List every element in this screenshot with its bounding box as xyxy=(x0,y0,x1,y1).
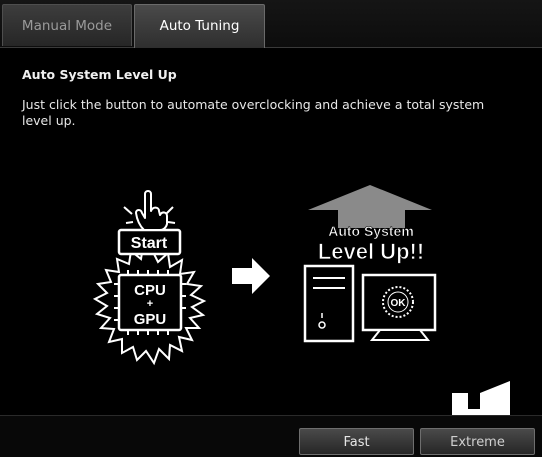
banner-line2: Level Up!! xyxy=(318,239,424,264)
tab-auto-tuning[interactable]: Auto Tuning xyxy=(134,4,265,48)
start-label: Start xyxy=(131,235,168,252)
ok-label: OK xyxy=(391,298,407,309)
computer-icon xyxy=(303,264,355,343)
auto-tuning-window: Manual Mode Auto Tuning Auto System Leve… xyxy=(0,0,542,457)
banner-line1: Auto System xyxy=(328,223,414,239)
tab-manual-mode[interactable]: Manual Mode xyxy=(2,4,132,46)
auto-tuning-panel: Auto System Level Up Just click the butt… xyxy=(0,48,542,415)
extreme-button[interactable]: Extreme xyxy=(420,428,535,455)
tab-bar: Manual Mode Auto Tuning xyxy=(0,0,542,48)
hand-pointer-icon xyxy=(123,190,176,231)
arrow-up-icon xyxy=(308,185,432,228)
chip-cpu-label: CPU xyxy=(134,282,166,299)
chip-plus-label: + xyxy=(147,298,153,310)
fast-button[interactable]: Fast xyxy=(299,428,414,455)
arrow-right-icon xyxy=(232,258,270,294)
auto-tuning-illustration: CPU + GPU Start Auto System Level Up!! O… xyxy=(92,185,437,366)
bottom-bar: Fast Extreme xyxy=(0,415,542,457)
chip-gpu-label: GPU xyxy=(134,311,167,328)
